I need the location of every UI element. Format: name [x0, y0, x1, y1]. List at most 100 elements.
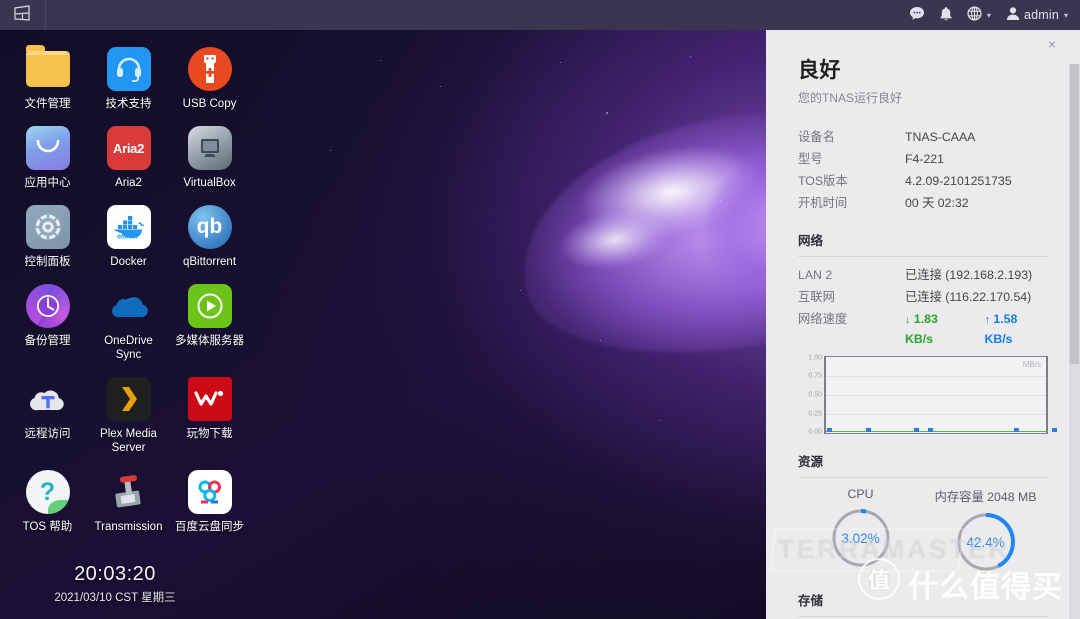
y-tick: 0.25: [808, 410, 822, 418]
memory-ring: 42.4%: [955, 511, 1017, 573]
desktop-icon-tos-help[interactable]: ? TOS 帮助: [8, 463, 87, 538]
memory-gauge: 内存容量 2048 MB 42.4%: [923, 487, 1048, 573]
desktop-icon-label: USB Copy: [182, 98, 237, 110]
y-tick: 0.75: [808, 372, 822, 380]
desktop-icon-virtualbox[interactable]: VirtualBox: [170, 119, 249, 194]
desktop-icon-label: 多媒体服务器: [175, 335, 244, 347]
y-tick: 0.00: [808, 428, 822, 436]
desktop-icon-docker[interactable]: docker Docker: [89, 198, 168, 273]
star-speck: [660, 420, 661, 421]
app-center-icon: [25, 125, 71, 171]
chart-series-upload-point: [1052, 428, 1057, 432]
network-traffic-chart: 1.00 0.75 0.50 0.25 0.00 MB/s: [798, 355, 1057, 436]
tos-help-icon: ?: [25, 469, 71, 515]
backup-manager-icon: [25, 283, 71, 329]
chart-gridline: [826, 395, 1046, 396]
system-status-panel: × 良好 您的TNAS运行良好 设备名 TNAS-CAAA 型号 F4-221 …: [766, 30, 1080, 619]
desktop-icon-tech-support[interactable]: 技术支持: [89, 40, 168, 115]
desktop-icon-label: OneDrive Sync: [104, 335, 153, 361]
qbittorrent-icon: qb: [187, 204, 233, 250]
download-arrow-icon: ↓: [905, 314, 911, 326]
usb-copy-icon: [187, 46, 233, 92]
virtualbox-icon: [187, 125, 233, 171]
desktop-icon-multimedia-server[interactable]: 多媒体服务器: [170, 277, 249, 366]
network-row: LAN 2 已连接 (192.168.2.193): [798, 266, 1048, 285]
baidu-cloud-sync-icon: [187, 469, 233, 515]
memory-value: 42.4%: [966, 534, 1005, 550]
device-info-row: 型号 F4-221: [798, 150, 1048, 169]
username-label: admin: [1023, 8, 1059, 22]
notification-bell-button[interactable]: [932, 0, 960, 30]
desktop-icon-aria2[interactable]: Aria2 Aria2: [89, 119, 168, 194]
tiles-window-icon: [13, 5, 32, 25]
language-globe-button[interactable]: ▾: [960, 0, 998, 30]
chart-series-upload-point: [827, 428, 832, 432]
desktop-icon-qbittorrent[interactable]: qb qBittorrent: [170, 198, 249, 273]
scrollbar-thumb[interactable]: [1070, 64, 1079, 364]
network-speed-row: 网络速度 ↓ 1.83 KB/s ↑ 1.58 KB/s: [798, 310, 1048, 349]
star-speck: [560, 62, 561, 63]
desktop-icon-file-manager[interactable]: 文件管理: [8, 40, 87, 115]
user-avatar-icon: [1006, 6, 1020, 24]
desktop-icon-backup-manager[interactable]: 备份管理: [8, 277, 87, 366]
aria2-icon: Aria2: [106, 125, 152, 171]
chart-series-upload-point: [1014, 428, 1019, 432]
desktop-icon-app-center[interactable]: 应用中心: [8, 119, 87, 194]
svg-text:docker: docker: [117, 234, 138, 241]
language-globe-icon: [967, 6, 982, 24]
desktop-icon-transmission[interactable]: Transmission: [89, 463, 168, 538]
download-speed: ↓ 1.83 KB/s: [905, 310, 969, 349]
desktop-icon-label: Plex Media Server: [100, 428, 157, 454]
desktop-icon-plex-media-server[interactable]: Plex Media Server: [89, 370, 168, 459]
device-info-value: 00 天 02:32: [905, 196, 969, 210]
network-value: 已连接 (116.22.170.54): [905, 290, 1032, 304]
network-section-heading: 网络: [798, 234, 824, 248]
desktop-icon-label: Transmission: [94, 521, 163, 533]
desktop-icon-label: VirtualBox: [183, 177, 236, 189]
chat-icon-button[interactable]: [902, 0, 932, 30]
desktop-icon-label: 玩物下载: [186, 428, 233, 440]
desktop-icon-label: 百度云盘同步: [175, 521, 244, 533]
control-panel-icon: [25, 204, 71, 250]
star-speck: [520, 290, 521, 291]
chart-series-download: [826, 430, 1046, 432]
desktop-icon-control-panel[interactable]: 控制面板: [8, 198, 87, 273]
chart-unit-label: MB/s: [1022, 360, 1041, 369]
desktop-icon-onedrive-sync[interactable]: OneDrive Sync: [89, 277, 168, 366]
tech-support-icon: [106, 46, 152, 92]
star-speck: [690, 56, 691, 57]
desktop-icon-usb-copy[interactable]: USB Copy: [170, 40, 249, 115]
device-info-row: 开机时间 00 天 02:32: [798, 194, 1048, 213]
desktop-icon-label: 文件管理: [24, 98, 71, 110]
desktop-icon-label: TOS 帮助: [22, 521, 73, 533]
device-info-key: 设备名: [798, 130, 835, 144]
desktop-icon-label: 远程访问: [24, 428, 71, 440]
resources-section-heading: 资源: [798, 455, 824, 469]
desktop-icon-baidu-cloud-sync[interactable]: 百度云盘同步: [170, 463, 249, 538]
panel-scrollbar[interactable]: [1069, 64, 1080, 619]
user-menu-button[interactable]: admin ▾: [998, 0, 1080, 30]
storage-section-heading: 存储: [798, 594, 824, 608]
cpu-ring: 3.02%: [830, 507, 892, 569]
chevron-down-icon: ▾: [986, 10, 991, 20]
upload-arrow-icon: ↑: [984, 314, 991, 326]
desktop-icon-label: Aria2: [115, 177, 142, 189]
network-row: 互联网 已连接 (116.22.170.54): [798, 288, 1048, 307]
star-speck: [606, 112, 608, 114]
memory-caption: 内存容量 2048 MB: [934, 490, 1037, 504]
desktop-icon-wanwu-download[interactable]: 玩物下载: [170, 370, 249, 459]
clock-time: 20:03:20: [74, 563, 156, 585]
section-divider: [798, 477, 1048, 478]
desktop-icon-grid: 文件管理 技术支持 USB Copy 应用中心 Aria2 Aria2 Virt…: [8, 40, 260, 538]
panel-scroll-area[interactable]: 良好 您的TNAS运行良好 设备名 TNAS-CAAA 型号 F4-221 TO…: [766, 30, 1080, 619]
desktop-icon-remote-access[interactable]: 远程访问: [8, 370, 87, 459]
remote-access-icon: [25, 376, 71, 422]
chart-series-upload-point: [866, 428, 871, 432]
chevron-down-icon: ▾: [1063, 10, 1068, 20]
start-menu-button[interactable]: [0, 0, 46, 30]
chart-gridline: [826, 376, 1046, 377]
chat-icon: [909, 6, 925, 24]
notification-bell-icon: [939, 6, 953, 25]
multimedia-server-icon: [187, 283, 233, 329]
device-info-key: 开机时间: [798, 196, 848, 210]
